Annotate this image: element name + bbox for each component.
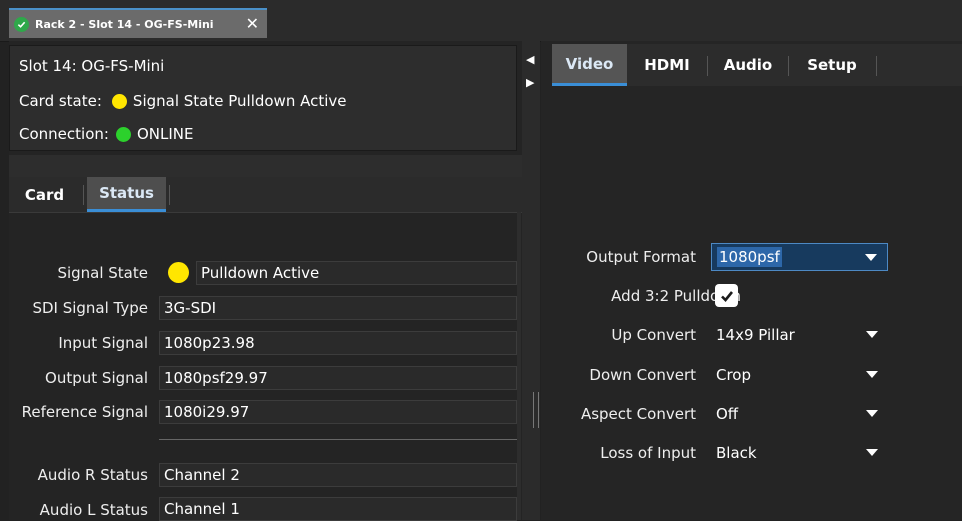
down-convert-label: Down Convert <box>589 366 696 384</box>
sdi-type-field: 3G-SDI <box>159 296 517 320</box>
input-signal-label: Input Signal <box>58 334 148 352</box>
aspect-convert-select[interactable]: Off <box>711 400 888 428</box>
aspect-convert-value: Off <box>716 405 739 423</box>
signal-state-led-icon <box>168 262 189 283</box>
tab-setup[interactable]: Setup <box>789 44 875 86</box>
loss-input-label: Loss of Input <box>600 444 696 462</box>
down-convert-value: Crop <box>716 366 752 384</box>
splitter[interactable] <box>522 41 540 520</box>
connection-led-icon <box>115 126 131 142</box>
splitter-grip[interactable] <box>533 392 534 428</box>
splitter-grip[interactable] <box>538 392 539 428</box>
slot-row: Slot 14: OG-FS-Mini <box>19 57 164 75</box>
loss-input-value: Black <box>716 444 757 462</box>
audio-l-label: Audio L Status <box>39 501 148 519</box>
chevron-down-icon <box>865 254 877 261</box>
card-state-led-icon <box>111 93 127 109</box>
signal-state-label: Signal State <box>57 264 148 282</box>
card-state-label: Card state: <box>19 92 102 110</box>
sdi-type-label: SDI Signal Type <box>32 299 148 317</box>
connection-row: Connection: ONLINE <box>19 125 193 143</box>
card-state-row: Card state: Signal State Pulldown Active <box>19 92 347 110</box>
tab-card[interactable]: Card <box>9 177 80 212</box>
tab-separator <box>83 185 84 205</box>
left-scroll-edge <box>517 212 521 520</box>
close-icon[interactable]: ✕ <box>246 16 259 32</box>
up-convert-label: Up Convert <box>611 326 696 344</box>
input-signal-field: 1080p23.98 <box>159 331 517 355</box>
tab-audio[interactable]: Audio <box>708 44 788 86</box>
up-convert-select[interactable]: 14x9 Pillar <box>711 321 888 349</box>
card-info-box: Slot 14: OG-FS-Mini Card state: Signal S… <box>9 45 517 151</box>
info-divider-strip <box>9 155 522 177</box>
pulldown-checkbox[interactable] <box>715 284 738 307</box>
check-circle-icon <box>14 16 29 32</box>
loss-input-select[interactable]: Black <box>711 439 888 467</box>
reference-signal-field: 1080i29.97 <box>159 400 517 424</box>
window-tab-title: Rack 2 - Slot 14 - OG-FS-Mini <box>35 17 214 31</box>
aspect-convert-label: Aspect Convert <box>580 405 696 423</box>
chevron-down-icon <box>866 410 878 417</box>
chevron-down-icon <box>866 331 878 338</box>
card-state-value: Signal State Pulldown Active <box>132 92 347 110</box>
tab-separator <box>169 185 170 205</box>
audio-r-label: Audio R Status <box>37 466 148 484</box>
status-divider <box>159 439 517 440</box>
tab-video[interactable]: Video <box>552 44 627 86</box>
up-convert-value: 14x9 Pillar <box>716 326 795 344</box>
arrow-left-icon[interactable]: ◀ <box>526 53 534 66</box>
signal-state-field: Pulldown Active <box>196 261 517 285</box>
output-signal-field: 1080psf29.97 <box>159 366 517 390</box>
reference-signal-label: Reference Signal <box>21 403 148 421</box>
audio-r-field: Channel 2 <box>159 463 517 487</box>
output-format-select[interactable]: 1080psf <box>711 243 888 271</box>
checkmark-icon <box>720 290 733 302</box>
right-tab-bar: Video HDMI Audio Setup <box>552 44 962 86</box>
output-format-value: 1080psf <box>717 247 782 267</box>
tab-hdmi[interactable]: HDMI <box>627 44 707 86</box>
chevron-down-icon <box>866 449 878 456</box>
tab-status[interactable]: Status <box>87 177 166 212</box>
output-format-label: Output Format <box>586 248 696 266</box>
connection-label: Connection: <box>19 125 109 143</box>
down-convert-select[interactable]: Crop <box>711 361 888 389</box>
tab-separator <box>876 56 877 76</box>
connection-value: ONLINE <box>136 125 194 143</box>
output-signal-label: Output Signal <box>45 369 148 387</box>
arrow-right-icon[interactable]: ▶ <box>526 76 534 89</box>
left-tab-bar: Card Status <box>9 177 522 213</box>
audio-l-field: Channel 1 <box>159 497 517 521</box>
slot-name: Slot 14: OG-FS-Mini <box>19 57 165 75</box>
window-tab[interactable]: Rack 2 - Slot 14 - OG-FS-Mini ✕ <box>9 8 267 38</box>
chevron-down-icon <box>866 371 878 378</box>
